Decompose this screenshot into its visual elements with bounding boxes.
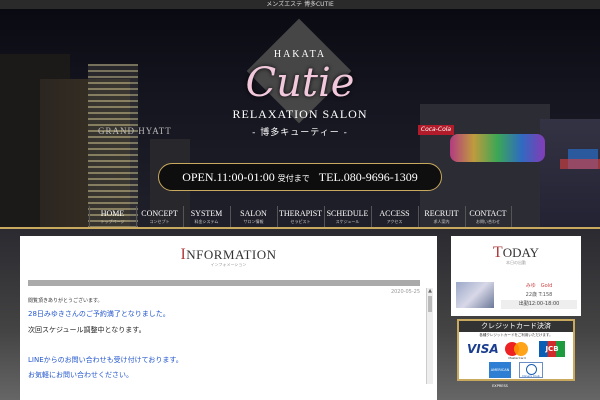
tel-number[interactable]: 080-9696-1309: [344, 170, 418, 184]
credit-card-panel: クレジットカード決済 各種クレジットカードをご利用いただけます。 VISA Ma…: [457, 319, 575, 388]
logo-hakata: HAKATA: [273, 49, 327, 60]
nav-home[interactable]: HOME トップページ: [88, 206, 136, 227]
today-panel: TODAY 本日の出勤 みゆ Gold 22歳 T:158 出勤12:00-18…: [451, 236, 581, 316]
credit-card-heading: クレジットカード決済: [459, 321, 573, 332]
therapist-age: 22歳 T:158: [525, 292, 553, 298]
nav-sublabel: お問い合わせ: [476, 219, 500, 224]
scroll-up-icon[interactable]: ▲: [427, 288, 433, 294]
tel-label: TEL.: [318, 170, 344, 184]
logo-relaxation-salon: RELAXATION SALON: [232, 107, 368, 121]
title-rest: NFORMATION: [186, 247, 277, 262]
nav-label: CONTACT: [469, 209, 507, 218]
nav-sublabel: サロン情報: [243, 219, 264, 224]
nav-sublabel: 求人案内: [433, 219, 450, 224]
lower-panel: [20, 384, 437, 400]
post-line: お気軽にお問い合わせください。: [28, 371, 133, 379]
nav-schedule[interactable]: SCHEDULE スケジュール: [323, 206, 371, 227]
post-date: 2020-05-25: [390, 289, 420, 295]
mastercard-orange-circle: [514, 342, 528, 356]
open-time: 11:00-01:00: [216, 170, 275, 184]
mastercard-label: MasterCard: [508, 356, 526, 360]
nav-sublabel: 料金システム: [194, 219, 219, 224]
mastercard-logo-icon: MasterCard: [503, 340, 533, 360]
nav-label: RECRUIT: [424, 209, 459, 218]
diners-label: Diners Club: [522, 374, 540, 378]
post-line: LINEからのお問い合わせも受け付けております。: [28, 356, 183, 364]
therapist-name[interactable]: みゆ Gold: [501, 282, 577, 289]
logo-japanese: - 博多キューティー -: [252, 128, 348, 138]
therapist-shift: 出勤12:00-18:00: [501, 300, 577, 309]
post-greeting: 閲覧頂きありがとうございます。: [28, 298, 103, 304]
visa-logo-icon: VISA: [467, 342, 499, 356]
nav-label: SCHEDULE: [326, 209, 369, 218]
post-line: 次回スケジュール調整中となります。: [28, 326, 146, 334]
therapist-photo[interactable]: [456, 282, 494, 308]
neon-sign: [450, 134, 545, 162]
nav-salon[interactable]: SALON サロン情報: [229, 206, 277, 227]
nav-concept[interactable]: CONCEPT コンセプト: [135, 206, 183, 227]
nav-label: THERAPIST: [278, 209, 323, 218]
hero-banner: GRAND HYATT Coca-Cola HAKATA Cutie RELAX…: [0, 9, 600, 227]
scroll-thumb[interactable]: [428, 296, 432, 312]
nav-system[interactable]: SYSTEM 料金システム: [182, 206, 230, 227]
nav-label: SYSTEM: [190, 209, 223, 218]
nav-label: ACCESS: [379, 209, 410, 218]
nav-therapist[interactable]: THERAPIST セラピスト: [276, 206, 324, 227]
post-header-bar: [28, 280, 420, 286]
nav-label: CONCEPT: [141, 209, 178, 218]
information-subtitle: インフォメーション: [210, 262, 247, 267]
main-nav: HOME トップページ CONCEPT コンセプト SYSTEM 料金システム SAL…: [0, 206, 600, 227]
logo-cutie[interactable]: Cutie: [0, 61, 600, 105]
nav-access[interactable]: ACCESS アクセス: [370, 206, 418, 227]
nav-sublabel: アクセス: [386, 219, 403, 224]
top-strip: メンズエステ 博多CUTIE: [0, 0, 600, 9]
nav-sublabel: スケジュール: [335, 219, 360, 224]
title-rest: ODAY: [502, 245, 540, 260]
open-label: OPEN.: [182, 170, 217, 184]
nav-label: HOME: [100, 209, 125, 218]
nav-sublabel: コンセプト: [149, 219, 170, 224]
information-scroll-area[interactable]: 2020-05-25 閲覧頂きありがとうございます。 28日みゆきさんのご予約満…: [26, 274, 454, 395]
hours-tel-pill[interactable]: OPEN.11:00-01:00 受付まで TEL.080-9696-1309: [158, 163, 442, 191]
nav-recruit[interactable]: RECRUIT 求人案内: [417, 206, 465, 227]
amex-logo-icon: AMERICAN EXPRESS: [489, 362, 511, 388]
nav-sublabel: セラピスト: [290, 219, 311, 224]
post-line: 28日みゆきさんのご予約満了となりました。: [28, 310, 170, 318]
nav-label: SALON: [240, 209, 267, 218]
neon-sign: [560, 159, 600, 169]
today-subtitle: 本日の出勤: [506, 260, 526, 265]
scrollbar[interactable]: ▲ ▼: [426, 288, 433, 393]
content-area: INFORMATION インフォメーション 2020-05-25 閲覧頂きありが…: [0, 229, 600, 400]
nav-sublabel: トップページ: [100, 219, 125, 224]
jcb-logo-icon: JCB: [539, 341, 565, 357]
reception-label: 受付まで: [277, 174, 310, 183]
information-panel: INFORMATION インフォメーション 2020-05-25 閲覧頂きありが…: [20, 236, 437, 400]
title-initial: T: [492, 244, 503, 261]
credit-card-note: 各種クレジットカードをご利用いただけます。: [479, 333, 553, 337]
nav-contact[interactable]: CONTACT お問い合わせ: [464, 206, 512, 227]
diners-logo-icon: Diners Club: [519, 362, 543, 378]
